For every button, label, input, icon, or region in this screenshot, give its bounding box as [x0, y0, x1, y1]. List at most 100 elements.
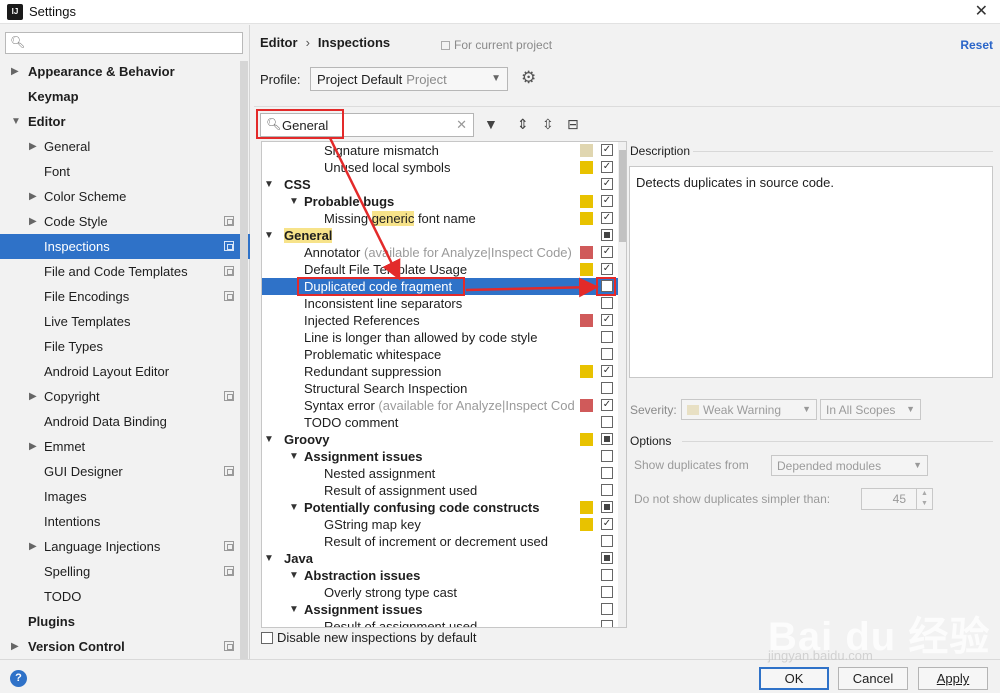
tree-row[interactable]: Result of increment or decrement used	[262, 533, 618, 550]
filter-icon[interactable]: ▼	[484, 116, 498, 132]
sidebar-item[interactable]: TODO	[0, 584, 250, 609]
sidebar-item[interactable]: Android Data Binding	[0, 409, 250, 434]
chevron-down-icon[interactable]: ▼	[264, 176, 274, 193]
tree-row[interactable]: ▼ General	[262, 227, 618, 244]
tree-row[interactable]: Problematic whitespace	[262, 346, 618, 363]
inspection-checkbox[interactable]: ✓	[601, 518, 613, 530]
reset-to-empty-icon[interactable]: ⊟	[567, 116, 579, 133]
tree-row[interactable]: Result of assignment used	[262, 618, 618, 627]
inspection-checkbox[interactable]: ✓	[601, 144, 613, 156]
sidebar-item[interactable]: File Encodings	[0, 284, 250, 309]
inspection-checkbox[interactable]	[601, 433, 613, 445]
sidebar-item[interactable]: ▶ Color Scheme	[0, 184, 250, 209]
sidebar-item[interactable]: ▶ Appearance & Behavior	[0, 59, 250, 84]
chevron-right-icon[interactable]: ▶	[29, 534, 37, 559]
tree-row[interactable]: ▼ Assignment issues	[262, 601, 618, 618]
tree-row[interactable]: ▼ Java	[262, 550, 618, 567]
sidebar-item[interactable]: GUI Designer	[0, 459, 250, 484]
sidebar-item[interactable]: ▼ Editor	[0, 109, 250, 134]
scope-select[interactable]: In All Scopes ▼	[820, 399, 921, 420]
chevron-right-icon[interactable]: ▶	[29, 434, 37, 459]
settings-search-input[interactable]: 🔍︎	[5, 32, 243, 54]
reset-link[interactable]: Reset	[960, 38, 993, 52]
inspection-checkbox[interactable]	[601, 552, 613, 564]
tree-row[interactable]: ▼ Abstraction issues	[262, 567, 618, 584]
sidebar-item[interactable]: ▶ Emmet	[0, 434, 250, 459]
tree-row[interactable]: ▼ Probable bugs ✓	[262, 193, 618, 210]
chevron-down-icon[interactable]: ▼	[289, 499, 299, 516]
tree-row[interactable]: Redundant suppression ✓	[262, 363, 618, 380]
chevron-right-icon[interactable]: ▶	[29, 384, 37, 409]
disable-new-checkbox[interactable]	[261, 632, 273, 644]
inspection-checkbox[interactable]	[601, 450, 613, 462]
chevron-down-icon[interactable]: ▼	[289, 193, 299, 210]
tree-row[interactable]: Inconsistent line separators	[262, 295, 618, 312]
inspection-checkbox[interactable]: ✓	[601, 314, 613, 326]
tree-row[interactable]: GString map key ✓	[262, 516, 618, 533]
inspection-checkbox[interactable]: ✓	[601, 195, 613, 207]
clear-icon[interactable]: ✕	[456, 117, 467, 133]
duplicates-from-select[interactable]: Depended modules ▼	[771, 455, 928, 476]
tree-row[interactable]: Nested assignment	[262, 465, 618, 482]
sidebar-item[interactable]: Live Templates	[0, 309, 250, 334]
expand-all-icon[interactable]: ⇕	[517, 116, 529, 133]
tree-row[interactable]: Structural Search Inspection	[262, 380, 618, 397]
chevron-down-icon[interactable]: ▼	[264, 431, 274, 448]
sidebar-item[interactable]: Spelling	[0, 559, 250, 584]
chevron-right-icon[interactable]: ▶	[29, 134, 37, 159]
tree-row[interactable]: Missing generic font name ✓	[262, 210, 618, 227]
tree-row[interactable]: Signature mismatch ✓	[262, 142, 618, 159]
chevron-down-icon[interactable]: ▼	[11, 109, 21, 134]
sidebar-item[interactable]: Keymap	[0, 84, 250, 109]
sidebar-item[interactable]: File Types	[0, 334, 250, 359]
sidebar-item[interactable]: ▶ Version Control	[0, 634, 250, 659]
tree-row[interactable]: ▼ Assignment issues	[262, 448, 618, 465]
collapse-all-icon[interactable]: ⇳	[542, 116, 554, 133]
inspection-checkbox[interactable]: ✓	[601, 178, 613, 190]
inspection-checkbox[interactable]	[601, 416, 613, 428]
sidebar-item[interactable]: ▶ General	[0, 134, 250, 159]
ok-button[interactable]: OK	[759, 667, 829, 690]
sidebar-item[interactable]: Intentions	[0, 509, 250, 534]
chevron-down-icon[interactable]: ▼	[289, 601, 299, 618]
sidebar-item[interactable]: Android Layout Editor	[0, 359, 250, 384]
inspection-checkbox[interactable]	[601, 603, 613, 615]
chevron-right-icon[interactable]: ▶	[29, 184, 37, 209]
tree-scrollbar-thumb[interactable]	[619, 150, 626, 242]
inspection-checkbox[interactable]: ✓	[601, 246, 613, 258]
inspection-checkbox[interactable]	[601, 586, 613, 598]
tree-row[interactable]: Result of assignment used	[262, 482, 618, 499]
inspection-checkbox[interactable]: ✓	[601, 399, 613, 411]
tree-row[interactable]: Unused local symbols ✓	[262, 159, 618, 176]
sidebar-item[interactable]: ▶ Copyright	[0, 384, 250, 409]
help-icon[interactable]: ?	[10, 670, 27, 687]
inspection-checkbox[interactable]	[601, 620, 613, 627]
sidebar-item[interactable]: Font	[0, 159, 250, 184]
sidebar-item[interactable]: Inspections	[0, 234, 250, 259]
breadcrumb-editor[interactable]: Editor	[260, 35, 298, 50]
tree-row[interactable]: ▼ Potentially confusing code constructs	[262, 499, 618, 516]
close-icon[interactable]: ✕	[975, 1, 988, 21]
inspection-checkbox[interactable]	[601, 297, 613, 309]
inspection-checkbox[interactable]	[601, 331, 613, 343]
inspection-checkbox[interactable]	[601, 484, 613, 496]
tree-row[interactable]: TODO comment	[262, 414, 618, 431]
chevron-right-icon[interactable]: ▶	[11, 634, 19, 659]
inspection-checkbox[interactable]: ✓	[601, 212, 613, 224]
chevron-down-icon[interactable]: ▼	[264, 227, 274, 244]
chevron-down-icon[interactable]: ▼	[264, 550, 274, 567]
chevron-down-icon[interactable]: ▼	[289, 567, 299, 584]
sidebar-scrollbar[interactable]	[240, 61, 248, 659]
tree-row[interactable]: Overly strong type cast	[262, 584, 618, 601]
inspection-checkbox[interactable]: ✓	[601, 365, 613, 377]
disable-new-inspections[interactable]: Disable new inspections by default	[261, 630, 476, 645]
inspection-checkbox[interactable]	[601, 229, 613, 241]
apply-button[interactable]: Apply	[918, 667, 988, 690]
chevron-right-icon[interactable]: ▶	[11, 59, 19, 84]
gear-icon[interactable]: ⚙	[521, 68, 536, 88]
sidebar-item[interactable]: Plugins	[0, 609, 250, 634]
tree-row[interactable]: Default File Template Usage ✓	[262, 261, 618, 278]
profile-select[interactable]: Project Default Project ▼	[310, 67, 508, 91]
tree-row[interactable]: Injected References ✓	[262, 312, 618, 329]
inspection-checkbox[interactable]: ✓	[601, 161, 613, 173]
